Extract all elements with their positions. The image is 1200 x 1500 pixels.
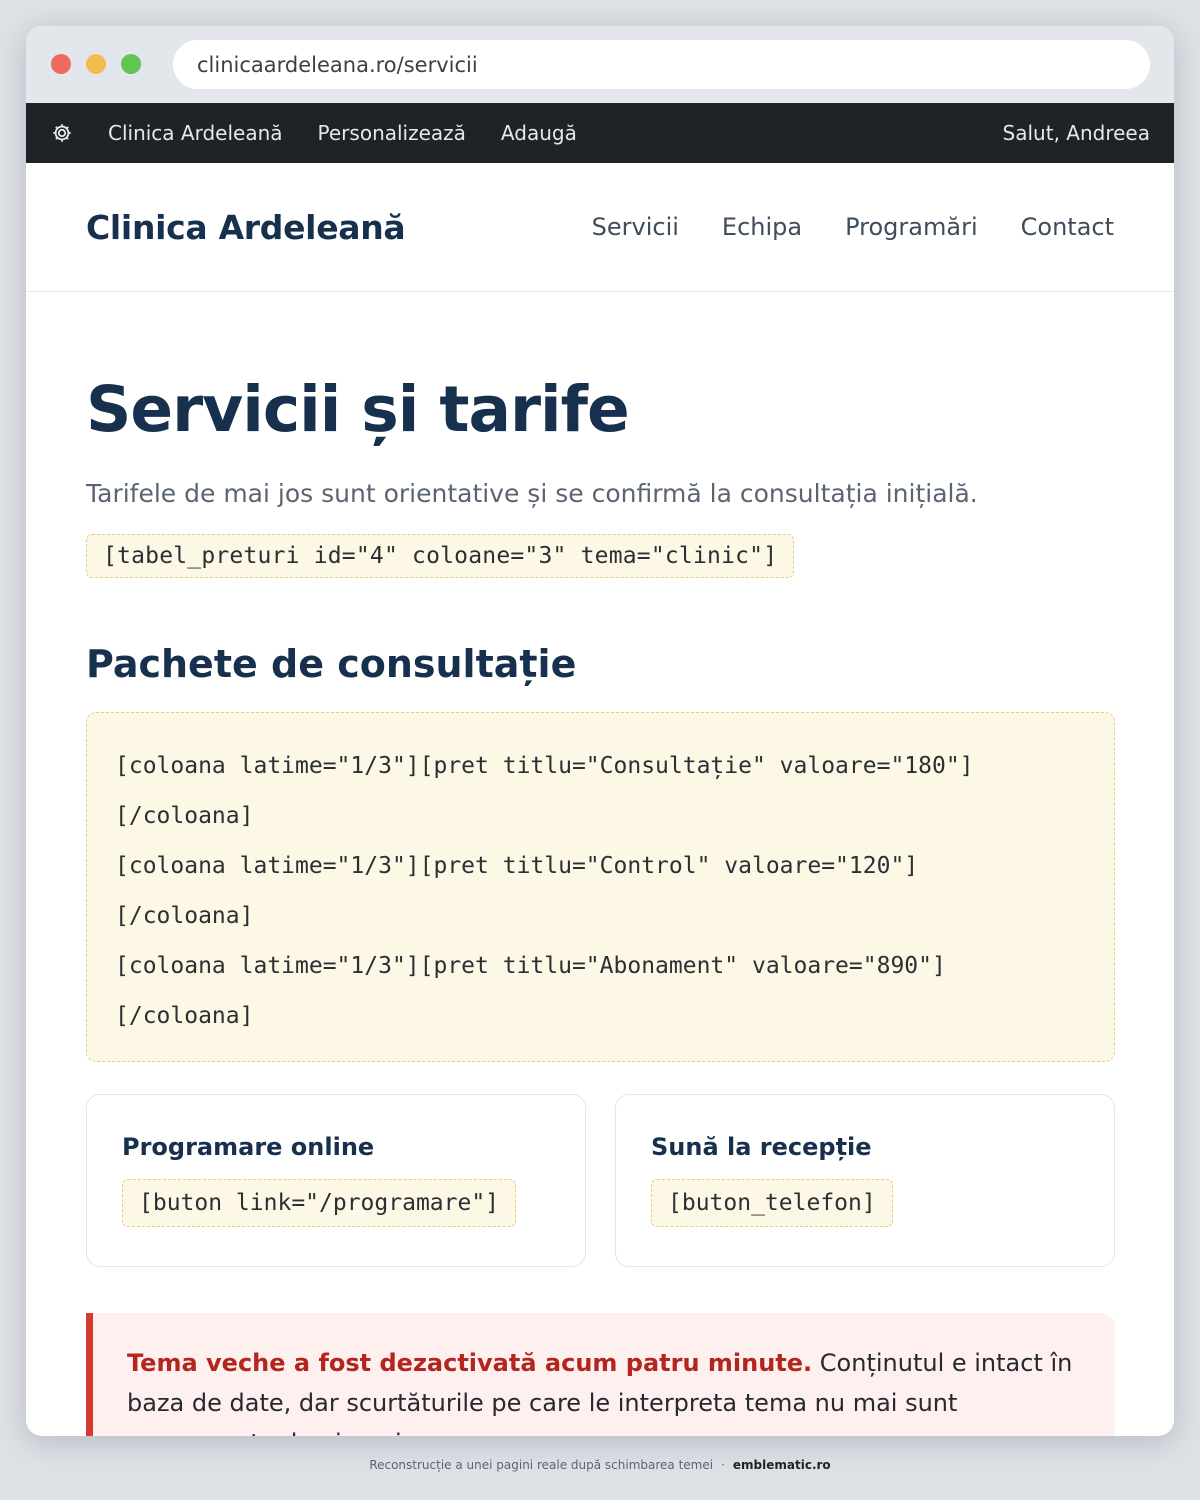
shortcode-phone-button: [buton_telefon] (651, 1179, 893, 1227)
shortcode-line: [coloana latime="1/3"][pret titlu="Contr… (115, 853, 919, 879)
shortcode-price-table: [tabel_preturi id="4" coloane="3" tema="… (86, 534, 795, 578)
shortcode-line: [/coloana] (115, 1003, 254, 1029)
site-brand[interactable]: Clinica Ardeleană (86, 208, 406, 247)
card-call-reception: Sună la recepție [buton_telefon] (615, 1094, 1115, 1267)
page-lead: Tarifele de mai jos sunt orientative și … (86, 479, 978, 508)
shortcode-block: [coloana latime="1/3"][pret titlu="Consu… (86, 712, 1115, 1062)
admin-bar-greeting[interactable]: Salut, Andreea (1003, 121, 1150, 145)
page-footer: Reconstrucție a unei pagini reale după s… (0, 1458, 1200, 1472)
close-window-button[interactable] (51, 54, 71, 74)
nav-item-echipa[interactable]: Echipa (722, 213, 802, 241)
nav-item-programari[interactable]: Programări (845, 213, 978, 241)
address-bar[interactable]: clinicaardeleana.ro/servicii (173, 40, 1150, 89)
page-title: Servicii și tarife (86, 373, 630, 446)
footer-caption: Reconstrucție a unei pagini reale după s… (369, 1458, 714, 1472)
site-header: Clinica Ardeleană Servicii Echipa Progra… (26, 163, 1174, 292)
shortcode-line: [/coloana] (115, 803, 254, 829)
shortcode-button: [buton link="/programare"] (122, 1179, 517, 1227)
theme-notice: Tema veche a fost dezactivată acum patru… (86, 1313, 1115, 1436)
admin-bar-add-link[interactable]: Adaugă (501, 121, 577, 145)
admin-bar: Clinica Ardeleană Personalizează Adaugă … (26, 103, 1174, 163)
shortcode-line: [coloana latime="1/3"][pret titlu="Consu… (115, 753, 974, 779)
browser-chrome: clinicaardeleana.ro/servicii (26, 26, 1174, 103)
nav-item-contact[interactable]: Contact (1021, 213, 1114, 241)
shortcode-line: [/coloana] (115, 903, 254, 929)
browser-window: clinicaardeleana.ro/servicii Clinica Ard… (26, 26, 1174, 1436)
admin-bar-customize-link[interactable]: Personalizează (318, 121, 466, 145)
notice-strong: Tema veche a fost dezactivată acum patru… (127, 1349, 813, 1377)
minimize-window-button[interactable] (86, 54, 106, 74)
admin-bar-site-link[interactable]: Clinica Ardeleană (108, 121, 283, 145)
footer-brand[interactable]: emblematic.ro (733, 1458, 831, 1472)
action-cards: Programare online [buton link="/programa… (86, 1094, 1115, 1267)
shortcode-line: [coloana latime="1/3"][pret titlu="Abona… (115, 953, 946, 979)
nav-item-servicii[interactable]: Servicii (592, 213, 679, 241)
gear-icon[interactable] (50, 121, 74, 145)
card-title: Sună la recepție (651, 1133, 872, 1161)
section-title: Pachete de consultație (86, 642, 577, 686)
maximize-window-button[interactable] (121, 54, 141, 74)
card-title: Programare online (122, 1133, 375, 1161)
footer-separator: · (721, 1458, 725, 1472)
page-content: Servicii și tarife Tarifele de mai jos s… (86, 292, 1115, 1436)
main-nav: Servicii Echipa Programări Contact (549, 213, 1114, 241)
address-bar-url: clinicaardeleana.ro/servicii (197, 52, 478, 77)
card-online-booking: Programare online [buton link="/programa… (86, 1094, 586, 1267)
